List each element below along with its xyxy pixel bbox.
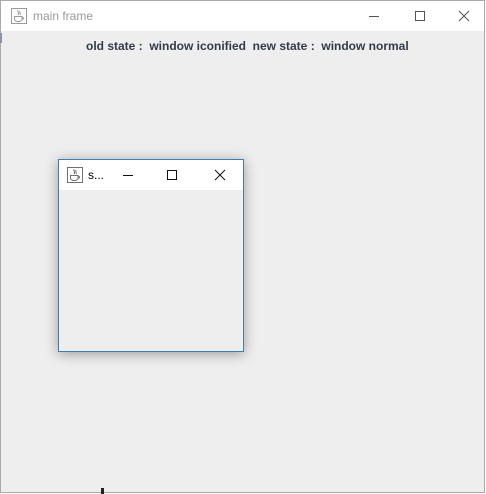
sub-window-title: s... bbox=[88, 168, 105, 182]
sub-minimize-button[interactable] bbox=[106, 160, 150, 190]
background-window-edge bbox=[0, 33, 2, 43]
sub-window: s... bbox=[58, 159, 244, 352]
main-titlebar[interactable]: main frame bbox=[1, 1, 484, 31]
close-icon bbox=[458, 10, 470, 22]
mouse-cursor bbox=[101, 488, 104, 494]
minimize-button[interactable] bbox=[351, 1, 397, 31]
maximize-icon bbox=[414, 10, 426, 22]
window-state-label: old state : window iconified new state :… bbox=[86, 39, 409, 53]
maximize-icon bbox=[166, 169, 178, 181]
sub-close-button[interactable] bbox=[198, 160, 242, 190]
sub-maximize-button[interactable] bbox=[150, 160, 194, 190]
close-icon bbox=[214, 169, 226, 181]
main-window-title: main frame bbox=[33, 9, 94, 23]
maximize-button[interactable] bbox=[397, 1, 443, 31]
close-button[interactable] bbox=[441, 1, 484, 31]
minimize-icon bbox=[122, 169, 134, 181]
java-cup-icon bbox=[11, 8, 27, 24]
java-cup-icon bbox=[67, 167, 83, 183]
minimize-icon bbox=[368, 10, 380, 22]
sub-window-titlebar[interactable]: s... bbox=[59, 160, 243, 190]
